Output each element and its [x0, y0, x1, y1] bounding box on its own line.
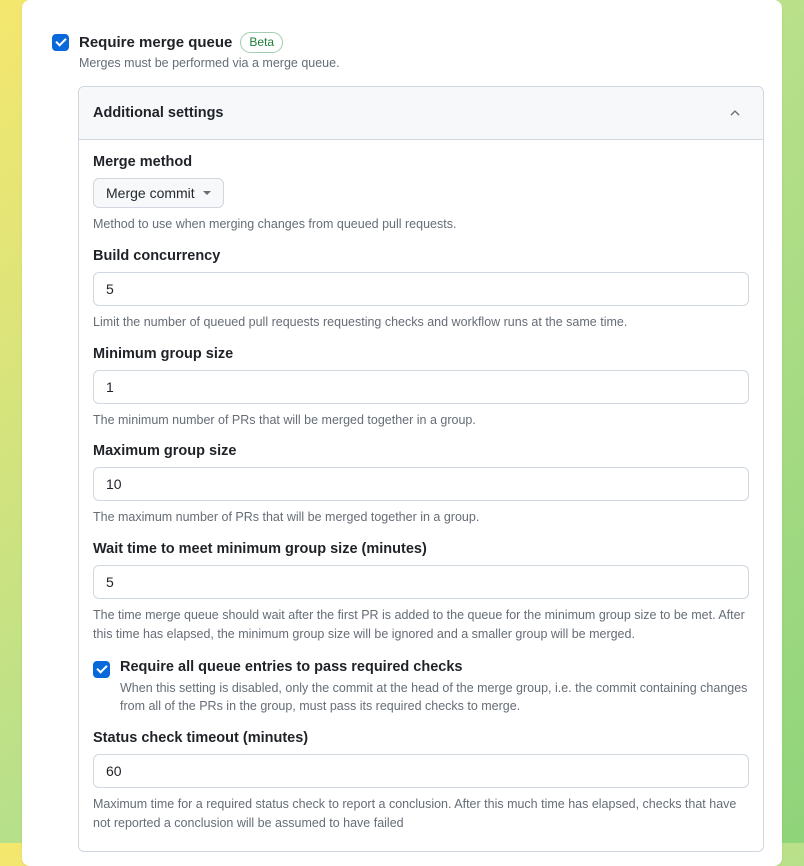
- collapse-button[interactable]: [721, 99, 749, 127]
- require-merge-queue-label: Require merge queue: [79, 34, 232, 51]
- build-concurrency-label: Build concurrency: [93, 248, 749, 264]
- additional-settings-body: Merge method Merge commit Method to use …: [79, 140, 763, 851]
- additional-settings-panel: Additional settings Merge method Merge c…: [78, 86, 764, 852]
- merge-method-value: Merge commit: [106, 185, 195, 201]
- require-merge-queue-row: Require merge queue Beta Merges must be …: [22, 0, 782, 80]
- merge-method-label: Merge method: [93, 154, 749, 170]
- max-group-label: Maximum group size: [93, 443, 749, 459]
- require-checks-checkbox[interactable]: [93, 661, 110, 678]
- additional-settings-title: Additional settings: [93, 105, 224, 121]
- require-merge-queue-checkbox[interactable]: [52, 34, 69, 51]
- wait-time-input[interactable]: [93, 565, 749, 599]
- min-group-label: Minimum group size: [93, 346, 749, 362]
- min-group-field: Minimum group size The minimum number of…: [93, 346, 749, 430]
- max-group-help: The maximum number of PRs that will be m…: [93, 508, 749, 527]
- min-group-help: The minimum number of PRs that will be m…: [93, 411, 749, 430]
- build-concurrency-input[interactable]: [93, 272, 749, 306]
- build-concurrency-help: Limit the number of queued pull requests…: [93, 313, 749, 332]
- status-timeout-input[interactable]: [93, 754, 749, 788]
- merge-method-help: Method to use when merging changes from …: [93, 215, 749, 234]
- require-checks-help: When this setting is disabled, only the …: [120, 679, 749, 717]
- require-checks-label: Require all queue entries to pass requir…: [120, 659, 463, 675]
- require-merge-queue-description: Merges must be performed via a merge que…: [79, 56, 340, 70]
- additional-settings-header[interactable]: Additional settings: [79, 87, 763, 140]
- max-group-input[interactable]: [93, 467, 749, 501]
- merge-method-select[interactable]: Merge commit: [93, 178, 224, 208]
- build-concurrency-field: Build concurrency Limit the number of qu…: [93, 248, 749, 332]
- require-checks-row: Require all queue entries to pass requir…: [93, 658, 749, 717]
- wait-time-label: Wait time to meet minimum group size (mi…: [93, 541, 749, 557]
- max-group-field: Maximum group size The maximum number of…: [93, 443, 749, 527]
- min-group-input[interactable]: [93, 370, 749, 404]
- settings-card: Require merge queue Beta Merges must be …: [22, 0, 782, 866]
- status-timeout-help: Maximum time for a required status check…: [93, 795, 749, 833]
- caret-down-icon: [203, 191, 211, 195]
- beta-badge: Beta: [240, 32, 283, 53]
- wait-time-help: The time merge queue should wait after t…: [93, 606, 749, 644]
- chevron-up-icon: [728, 106, 742, 120]
- wait-time-field: Wait time to meet minimum group size (mi…: [93, 541, 749, 644]
- merge-method-field: Merge method Merge commit Method to use …: [93, 154, 749, 234]
- status-timeout-field: Status check timeout (minutes) Maximum t…: [93, 730, 749, 833]
- status-timeout-label: Status check timeout (minutes): [93, 730, 749, 746]
